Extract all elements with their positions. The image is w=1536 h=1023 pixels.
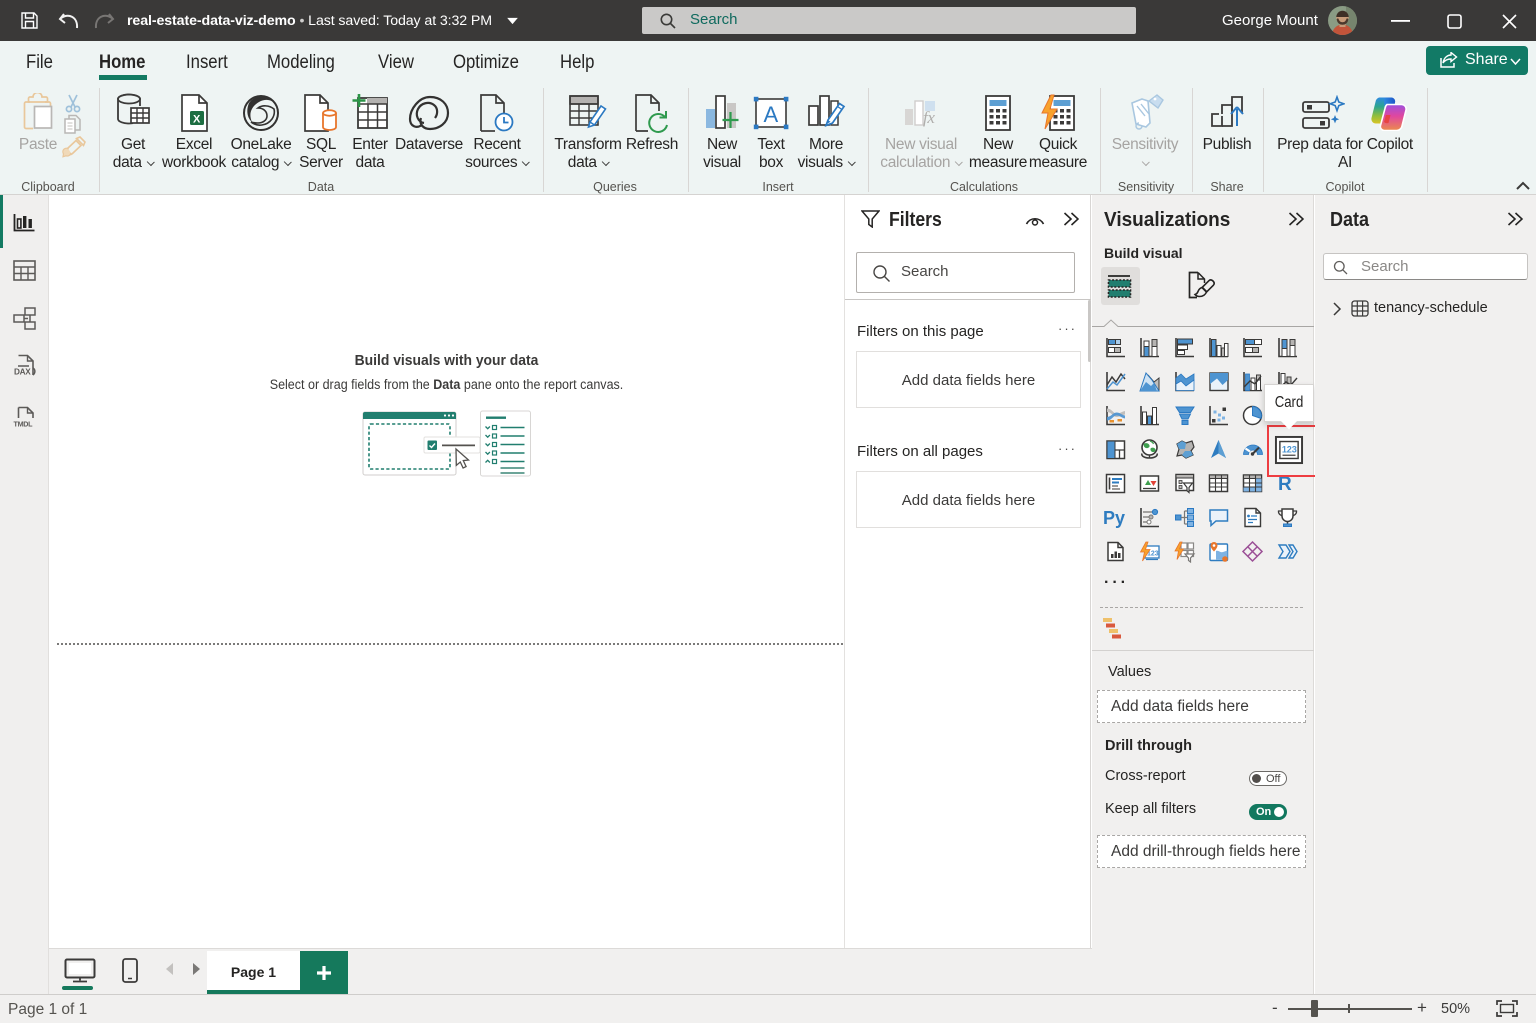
svg-text:A: A <box>764 102 779 127</box>
svg-text:DAX: DAX <box>14 368 31 377</box>
svg-text:fx: fx <box>923 108 935 127</box>
svg-text:TMDL: TMDL <box>14 420 34 429</box>
svg-text:X: X <box>193 114 201 126</box>
